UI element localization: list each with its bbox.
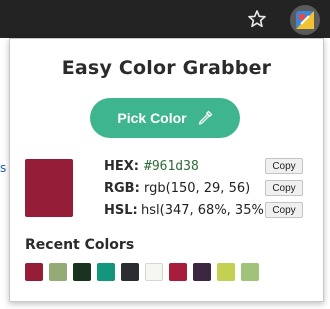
hex-label: HEX:: [104, 159, 139, 174]
copy-hsl-button[interactable]: Copy: [265, 202, 303, 218]
color-grabber-extension-icon: [296, 11, 314, 29]
recent-color-swatch[interactable]: [49, 263, 67, 281]
extension-button[interactable]: [290, 5, 320, 35]
recent-color-swatch[interactable]: [97, 263, 115, 281]
recent-color-swatch[interactable]: [241, 263, 259, 281]
hex-value: #961d38: [144, 159, 199, 174]
recent-color-swatch[interactable]: [73, 263, 91, 281]
hsl-value: hsl(347, 68%, 35%): [141, 203, 269, 218]
recent-colors-list: [25, 263, 259, 281]
rgb-value: rgb(150, 29, 56): [144, 181, 251, 196]
rgb-label: RGB:: [104, 181, 140, 196]
page-text-fragment: s: [0, 161, 7, 175]
recent-color-swatch[interactable]: [193, 263, 211, 281]
recent-colors-heading: Recent Colors: [25, 237, 135, 253]
pick-color-button[interactable]: Pick Color: [90, 98, 240, 138]
recent-color-swatch[interactable]: [145, 263, 163, 281]
eyedropper-icon: [198, 110, 213, 125]
star-icon[interactable]: [247, 9, 267, 29]
copy-hex-button[interactable]: Copy: [265, 158, 303, 174]
current-color-swatch: [25, 159, 73, 217]
browser-toolbar: [0, 0, 330, 38]
recent-color-swatch[interactable]: [217, 263, 235, 281]
recent-color-swatch[interactable]: [121, 263, 139, 281]
popup-title: Easy Color Grabber: [61, 57, 272, 79]
recent-color-swatch[interactable]: [169, 263, 187, 281]
hsl-label: HSL:: [104, 203, 138, 218]
copy-rgb-button[interactable]: Copy: [265, 180, 303, 196]
recent-color-swatch[interactable]: [25, 263, 43, 281]
pick-color-label: Pick Color: [117, 110, 187, 126]
extension-popup: Easy Color Grabber Pick Color HEX: #961d…: [9, 38, 324, 302]
